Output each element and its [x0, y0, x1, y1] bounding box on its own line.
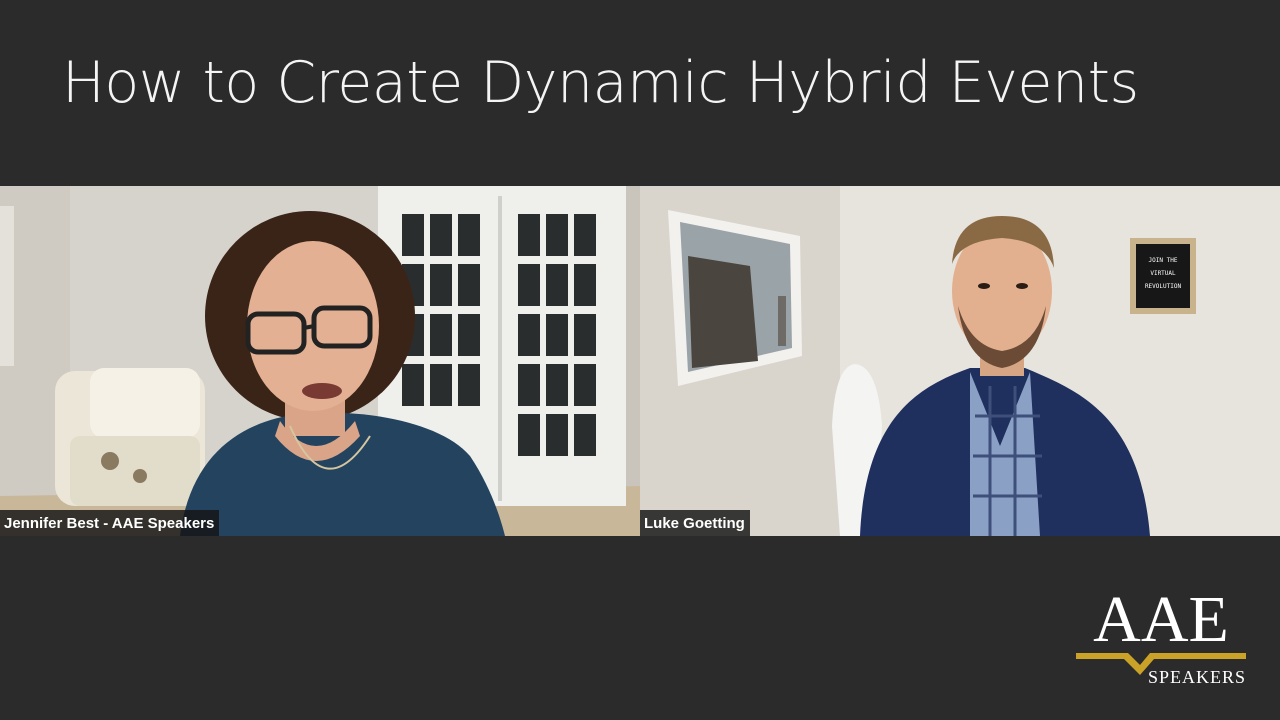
- video-tile-luke[interactable]: JOIN THE VIRTUAL REVOLUTION Luke Goettin…: [640, 186, 1280, 536]
- slide-title: How to Create Dynamic Hybrid Events: [62, 50, 1139, 116]
- letter-board-line-2: VIRTUAL: [1150, 270, 1176, 277]
- participant-name-label: Jennifer Best - AAE Speakers: [0, 510, 220, 536]
- participant-name-label: Luke Goetting: [640, 510, 750, 536]
- letter-board-line-3: REVOLUTION: [1145, 283, 1182, 290]
- video-feed-jennifer: [0, 186, 640, 536]
- logo-subtitle: SPEAKERS: [1148, 667, 1246, 687]
- letter-board-line-1: JOIN THE: [1149, 257, 1178, 264]
- aae-speakers-logo: AAE SPEAKERS: [1076, 583, 1246, 687]
- logo-wordmark: AAE: [1093, 583, 1229, 656]
- video-feed-luke: JOIN THE VIRTUAL REVOLUTION: [640, 186, 1280, 536]
- video-tile-jennifer[interactable]: Jennifer Best - AAE Speakers: [0, 186, 640, 536]
